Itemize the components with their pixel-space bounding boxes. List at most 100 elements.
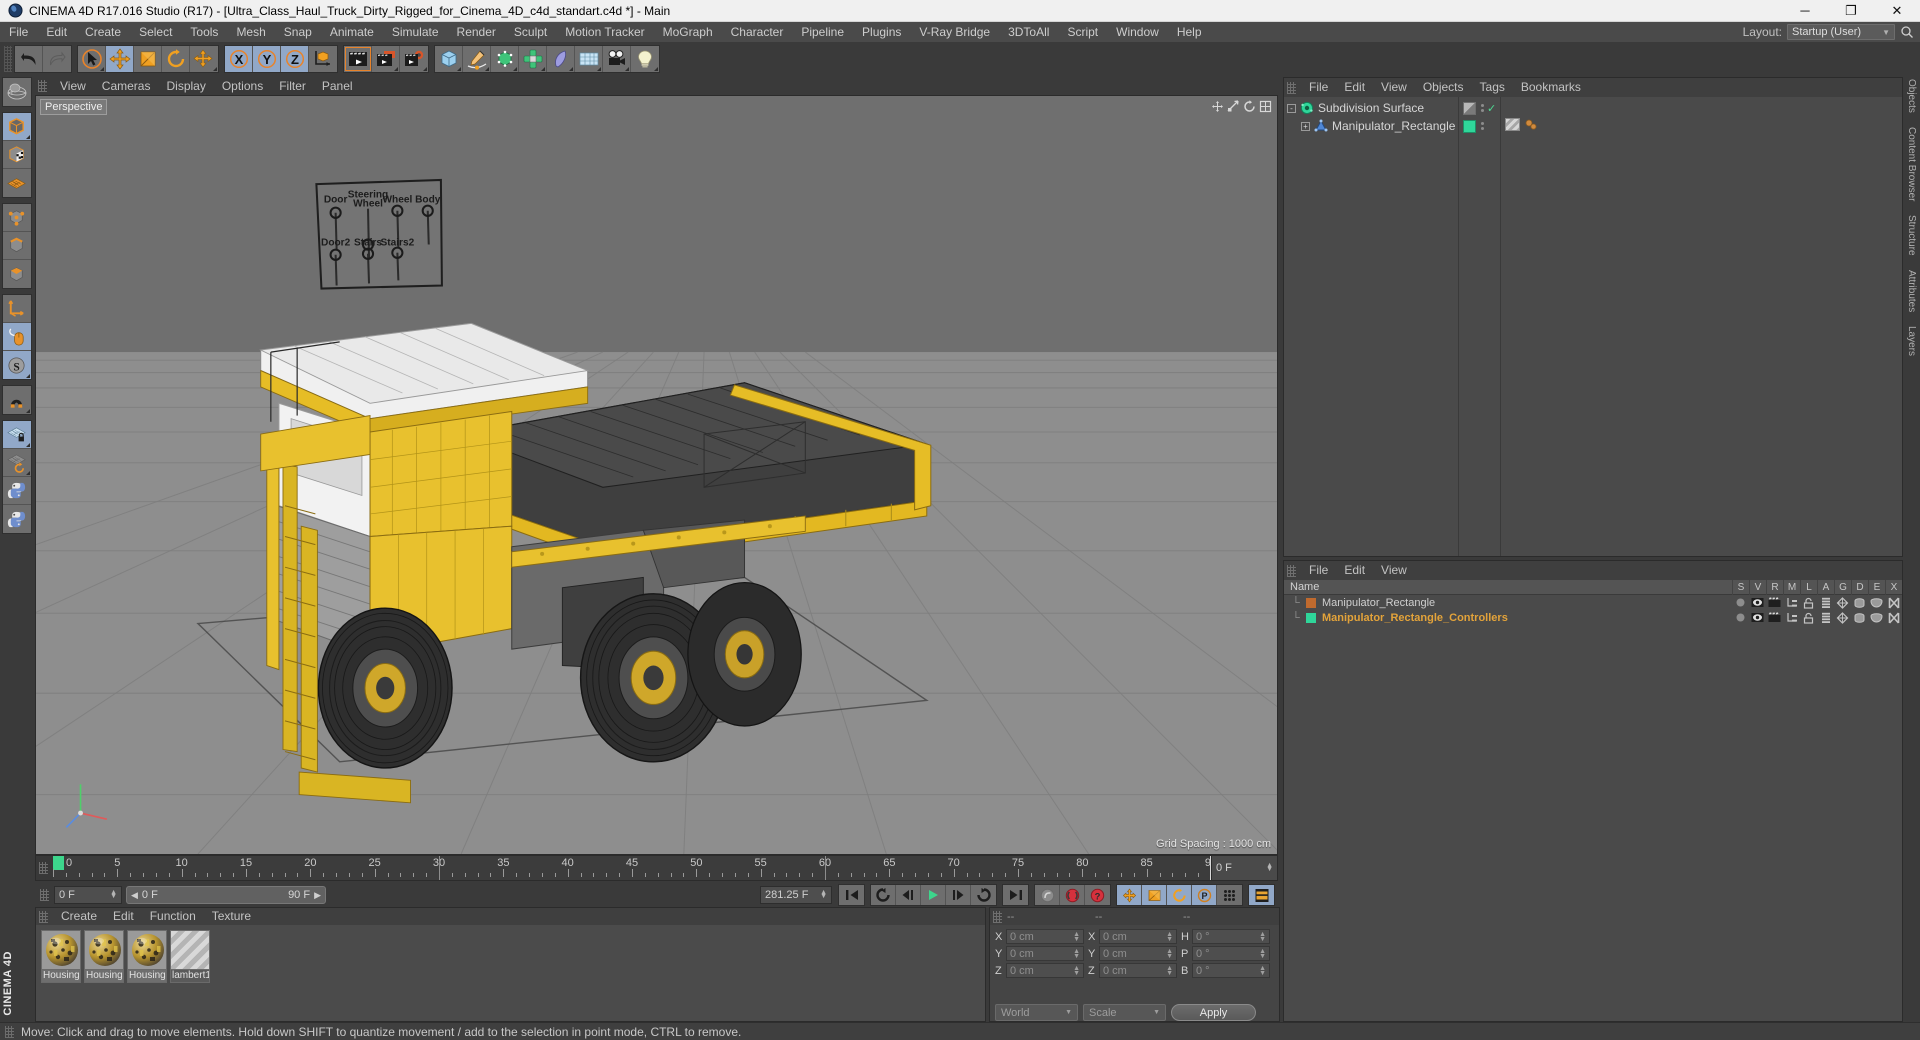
timeline-cell-e[interactable] (1868, 612, 1885, 623)
spinner-icon[interactable]: ▲ ▼ (1073, 931, 1080, 943)
coordinate-input-rotation[interactable]: 0 ° ▲ ▼ (1192, 929, 1270, 944)
key-rotation-icon[interactable] (1167, 885, 1192, 905)
viewport-menu-options[interactable]: Options (214, 77, 271, 95)
material-menu-create[interactable]: Create (53, 908, 105, 925)
viewport-rotate-icon[interactable] (1243, 100, 1256, 113)
menu-item-plugins[interactable]: Plugins (853, 22, 910, 42)
record-active-objects-icon[interactable] (1060, 885, 1085, 905)
timeline-cell-x[interactable] (1885, 596, 1902, 609)
apply-button[interactable]: Apply (1171, 1004, 1256, 1021)
menu-item-mograph[interactable]: MoGraph (654, 22, 722, 42)
timeline-cell-d[interactable] (1851, 597, 1868, 609)
viewport-menu-cameras[interactable]: Cameras (94, 77, 159, 95)
redo-icon[interactable] (43, 45, 71, 72)
menu-item-create[interactable]: Create (76, 22, 130, 42)
minimize-button[interactable]: ─ (1782, 0, 1828, 22)
timeline-cell-s[interactable] (1732, 597, 1749, 608)
timeline-column-v[interactable]: V (1749, 579, 1766, 595)
object-color-swatch[interactable] (1463, 101, 1476, 115)
menu-item-simulate[interactable]: Simulate (383, 22, 448, 42)
menu-item-select[interactable]: Select (130, 22, 181, 42)
timeline-cell-a[interactable] (1817, 597, 1834, 609)
timeline-cell-v[interactable] (1749, 597, 1766, 608)
object-tag-columns[interactable] (1501, 97, 1902, 556)
timeline-manager-row[interactable]: └ Manipulator_Rectangle (1284, 595, 1902, 610)
row-color-swatch[interactable] (1306, 597, 1316, 608)
object-manager-grip[interactable] (1287, 81, 1296, 94)
menu-item-pipeline[interactable]: Pipeline (792, 22, 853, 42)
preview-range-field[interactable]: ◀ 0 F 90 F ▶ (126, 886, 326, 904)
menu-item-file[interactable]: File (0, 22, 37, 42)
coordinate-input-size[interactable]: 0 cm ▲ ▼ (1099, 929, 1177, 944)
viewport-move-icon[interactable] (1211, 100, 1224, 113)
python-script-2-icon[interactable] (2, 505, 31, 533)
object-visibility-columns[interactable]: ✓ (1459, 97, 1501, 556)
timeline-ruler[interactable]: 051015202530354045505560657075808590 (53, 856, 1211, 880)
polygon-mode-icon[interactable] (2, 260, 31, 288)
move-duplicate-icon[interactable] (190, 45, 218, 72)
menu-item-help[interactable]: Help (1168, 22, 1211, 42)
coordinate-input-rotation[interactable]: 0 ° ▲ ▼ (1192, 946, 1270, 961)
search-icon[interactable] (1900, 25, 1914, 39)
timeline-cell-d[interactable] (1851, 612, 1868, 624)
spinner-icon[interactable]: ▲ ▼ (1259, 931, 1266, 943)
timeline-column-d[interactable]: D (1851, 579, 1868, 595)
material-item[interactable]: Housing (41, 930, 81, 983)
timeline-cell-m[interactable] (1783, 597, 1800, 608)
object-manager-menu-bookmarks[interactable]: Bookmarks (1513, 78, 1589, 97)
timeline-ruler-track[interactable]: 051015202530354045505560657075808590 0 F… (35, 855, 1278, 881)
layout-select[interactable]: Startup (User) ▼ (1787, 24, 1895, 40)
play-loop-icon[interactable] (971, 885, 996, 905)
timeline-manager-row[interactable]: └ Manipulator_Rectangle_Controllers (1284, 610, 1902, 625)
key-position-icon[interactable] (1117, 885, 1142, 905)
play-backwards-icon[interactable] (871, 885, 896, 905)
timeline-cell-s[interactable] (1732, 612, 1749, 623)
camera-icon[interactable] (603, 45, 631, 72)
timeline-cell-l[interactable] (1800, 612, 1817, 624)
move-icon[interactable] (106, 45, 134, 72)
timeline-cell-g[interactable] (1834, 596, 1851, 609)
spinner-icon[interactable]: ▲ ▼ (1073, 965, 1080, 977)
timeline-column-e[interactable]: E (1868, 579, 1885, 595)
viewport-menu-panel[interactable]: Panel (314, 77, 361, 95)
expand-icon[interactable]: + (1301, 121, 1310, 131)
object-manager-menu-file[interactable]: File (1301, 78, 1336, 97)
dock-tab-layers[interactable]: Layers (1906, 326, 1917, 356)
coordinate-input-rotation[interactable]: 0 ° ▲ ▼ (1192, 963, 1270, 978)
max-frame-input[interactable]: 281.25 F ▲ ▼ (760, 886, 832, 904)
edge-mode-icon[interactable] (2, 232, 31, 260)
spinner-icon[interactable]: ▲ ▼ (110, 889, 117, 900)
coordinate-input-size[interactable]: 0 cm ▲ ▼ (1099, 963, 1177, 978)
timeline-column-s[interactable]: S (1732, 579, 1749, 595)
range-left-arrow-icon[interactable]: ◀ (131, 890, 138, 901)
timeline-frame-field[interactable]: 0 F ▲ ▼ (1211, 856, 1277, 880)
workplane-mode-icon[interactable] (2, 169, 31, 197)
timeline-cell-x[interactable] (1885, 611, 1902, 624)
object-tags-cell[interactable] (1501, 99, 1902, 117)
generator-nurbs-icon[interactable] (491, 45, 519, 72)
timeline-manager-menu-edit[interactable]: Edit (1336, 561, 1373, 580)
material-menu-edit[interactable]: Edit (105, 908, 142, 925)
coordinate-input-size[interactable]: 0 cm ▲ ▼ (1099, 946, 1177, 961)
scale-icon[interactable] (134, 45, 162, 72)
timeline-cell-l[interactable] (1800, 597, 1817, 609)
live-selection-icon[interactable] (78, 45, 106, 72)
object-axis-icon[interactable] (2, 295, 31, 323)
menu-item-mesh[interactable]: Mesh (227, 22, 274, 42)
menu-item-snap[interactable]: Snap (275, 22, 321, 42)
menu-item-render[interactable]: Render (448, 22, 505, 42)
menu-item-window[interactable]: Window (1107, 22, 1168, 42)
cube-primitive-icon[interactable] (435, 45, 463, 72)
autokey-icon[interactable] (1035, 885, 1060, 905)
deformer-bend-icon[interactable] (547, 45, 575, 72)
model-mode-icon[interactable] (2, 113, 31, 141)
material-item[interactable]: Housing (127, 930, 167, 983)
material-swatch-area[interactable]: Housing Housing Housing lambert1 (36, 925, 985, 1021)
status-bar-grip[interactable] (5, 1025, 14, 1038)
object-manager-menu-objects[interactable]: Objects (1415, 78, 1472, 97)
material-preview[interactable] (127, 930, 167, 970)
menu-item-edit[interactable]: Edit (37, 22, 76, 42)
timeline-cell-r[interactable] (1766, 597, 1783, 608)
axis-x-icon[interactable]: X (225, 45, 253, 72)
visibility-dots-icon[interactable] (1481, 122, 1484, 130)
